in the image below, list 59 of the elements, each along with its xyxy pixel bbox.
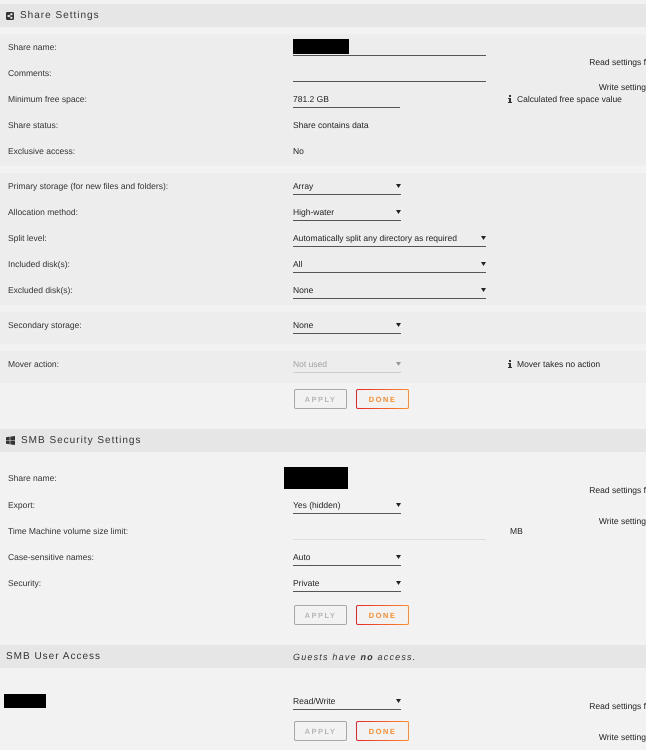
- dropdown-select[interactable]: None: [293, 316, 401, 334]
- field-label: Excluded disk(s):: [8, 285, 73, 295]
- caret-icon: [481, 236, 486, 240]
- caret-icon: [396, 184, 401, 188]
- write-settings-text: Write setting: [598, 82, 646, 93]
- field-label: Secondary storage:: [8, 320, 82, 330]
- hint-text: Calculated free space value: [517, 94, 622, 104]
- caret-icon: [396, 555, 401, 559]
- caret-icon: [396, 503, 401, 507]
- dropdown-select[interactable]: Yes (hidden): [293, 496, 401, 514]
- caret-icon: [481, 288, 486, 292]
- field-label: Case-sensitive names:: [8, 552, 94, 562]
- field-label: Share status:: [8, 120, 58, 130]
- field-value: No: [293, 146, 304, 156]
- section-title: Share Settings: [20, 10, 100, 21]
- write-settings-text: Write setting: [598, 732, 646, 743]
- caret-icon: [396, 323, 401, 327]
- field-label: Time Machine volume size limit:: [8, 526, 128, 536]
- section-title: SMB Security Settings: [21, 435, 142, 446]
- field-label: Export:: [8, 500, 35, 510]
- field-label: Comments:: [8, 68, 52, 78]
- input-field[interactable]: 781.2 GB: [293, 90, 400, 108]
- field-label: Share name:: [8, 42, 57, 52]
- input-field[interactable]: [293, 38, 486, 56]
- field-label: Split level:: [8, 233, 47, 243]
- caret-icon: [396, 210, 401, 214]
- share-icon: [6, 12, 14, 20]
- dropdown-select[interactable]: Read/Write: [293, 692, 401, 710]
- dropdown-select[interactable]: Private: [293, 574, 401, 592]
- caret-icon: [481, 262, 486, 266]
- info-icon: [508, 95, 512, 103]
- caret-icon: [396, 699, 401, 703]
- read-settings-text: Read settings f: [589, 57, 646, 68]
- dropdown-select[interactable]: Auto: [293, 548, 401, 566]
- dropdown-select[interactable]: Automatically split any directory as required: [293, 229, 486, 247]
- windows-logo-icon: [6, 436, 15, 445]
- write-settings-text: Write setting: [598, 516, 646, 527]
- caret-icon: [396, 581, 401, 585]
- section-title: SMB User Access: [6, 651, 102, 662]
- read-settings-text: Read settings f: [589, 701, 646, 712]
- field-label: Share name:: [8, 473, 57, 483]
- field-label: Mover action:: [8, 359, 60, 369]
- field-label: Primary storage (for new files and folders):: [8, 181, 168, 191]
- dropdown-select[interactable]: None: [293, 281, 486, 299]
- hint-text: Mover takes no action: [517, 359, 600, 369]
- field-label: Exclusive access:: [8, 146, 76, 156]
- field-label: Minimum free space:: [8, 94, 87, 104]
- field-value: Share contains data: [293, 120, 369, 130]
- field-label: Allocation method:: [8, 207, 78, 217]
- caret-icon: [396, 362, 401, 366]
- read-settings-text: Read settings f: [589, 485, 646, 496]
- unit-text: MB: [509, 526, 523, 536]
- dropdown-select[interactable]: High-water: [293, 203, 401, 221]
- dropdown-select[interactable]: Array: [293, 177, 401, 195]
- field-label: Included disk(s):: [8, 259, 70, 269]
- field-label: Security:: [8, 578, 42, 588]
- guest-access-note: Guests have no access.: [293, 652, 416, 662]
- info-icon: [508, 360, 512, 368]
- dropdown-select[interactable]: All: [293, 255, 486, 273]
